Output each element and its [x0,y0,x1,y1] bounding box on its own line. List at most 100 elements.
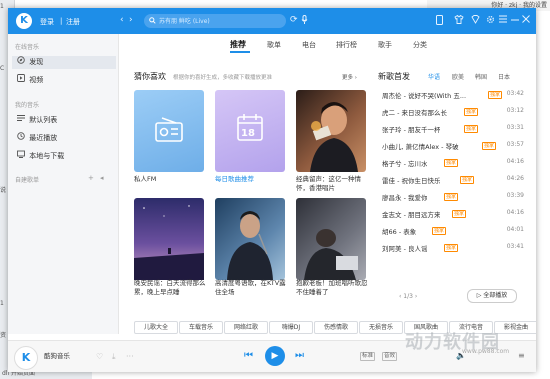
forward-icon[interactable]: › [129,16,133,25]
sidebar-item-label: 发现 [29,58,44,66]
card-night-folk[interactable] [134,198,204,280]
song-row[interactable]: 周杰伦 - 说好不哭(With 五... 独家 03:42 [382,88,524,104]
card-title[interactable]: 每日歌曲推荐 [215,175,289,184]
app-logo[interactable]: K [16,13,32,29]
menu-icon[interactable] [499,15,507,27]
tab-recommend[interactable]: 推荐 [230,39,246,50]
back-icon[interactable]: ‹ [120,16,124,25]
tab-western[interactable]: 欧美 [452,72,464,81]
exclusive-badge: 独家 [432,227,447,235]
song-duration: 04:16 [506,158,524,165]
tab-singers[interactable]: 歌手 [378,40,392,50]
refresh-icon[interactable]: ⟳ [290,15,298,26]
register-link[interactable]: 注册 [66,17,80,27]
sound-effect-badge[interactable]: 音效 [382,352,398,361]
phone-icon[interactable] [436,15,443,29]
collapse-icon[interactable]: ◂ [100,174,104,182]
minimize-icon[interactable] [511,15,519,27]
song-title: 虎二 - 来日没有那么长 [382,109,447,117]
exclusive-badge: 独家 [460,176,475,184]
heart-icon[interactable]: ♡ [96,352,103,361]
genre-tag[interactable]: 无损音乐 [359,321,403,334]
genre-tag[interactable]: 网络红歌 [224,321,268,334]
song-row[interactable]: 刘阿美 - 良人谣 独家 03:41 [382,241,524,257]
gift-icon[interactable] [471,15,480,28]
genre-tag[interactable]: 儿歌大全 [134,321,178,334]
card-title[interactable]: 高清度粤语歌，在KTV露住全场 [215,279,289,297]
search-input[interactable] [159,15,279,27]
sidebar-item-discover[interactable]: 发现 [12,56,116,69]
card-daily-recommend[interactable]: 18 [215,90,285,172]
song-duration: 04:16 [506,209,524,216]
exclusive-badge: 独家 [444,159,459,167]
song-row[interactable]: 小曲儿, 萧亿情Alex - 琴破 独家 03:57 [382,139,524,155]
download-icon[interactable]: ⤓ [112,352,116,362]
previous-button[interactable]: ⏮ [244,350,253,361]
genre-tag[interactable]: 影视金曲 [494,321,536,334]
play-all-button[interactable]: ▷ 全部播放 [467,289,517,303]
play-button[interactable]: ▶ [265,346,285,366]
card-classic-hk[interactable] [296,90,366,172]
more-icon[interactable]: ··· [126,352,134,361]
tab-japanese[interactable]: 日本 [498,72,510,81]
card-title[interactable]: 抱歉老板！加班唱听歌忍不住睡着了 [296,279,370,297]
song-duration: 03:57 [506,141,524,148]
song-row[interactable]: 雷佳 - 祝你生日快乐 独家 04:26 [382,173,524,189]
search-box[interactable] [144,14,286,28]
background-label: 资 [0,332,7,339]
song-row[interactable]: 廖昌永 - 我爱你 独家 03:39 [382,190,524,206]
song-row[interactable]: 格子兮 - 忘川水 独家 04:16 [382,156,524,172]
more-link[interactable]: 更多 › [342,73,357,81]
genre-tag[interactable]: 伤感情歌 [314,321,358,334]
song-duration: 03:42 [506,90,524,97]
background-label: C [0,65,5,72]
tab-playlists[interactable]: 歌单 [267,40,281,50]
tab-categories[interactable]: 分类 [413,40,427,50]
next-button[interactable]: ⏭ [295,350,304,361]
genre-tag[interactable]: 嗨爆DJ [269,321,313,334]
song-title: 胡66 - 表象 [382,228,417,236]
search-icon[interactable] [149,17,156,26]
tab-chinese[interactable]: 华语 [428,72,440,81]
sidebar-item-local-download[interactable]: 本地与下载 [12,150,116,163]
microphone-icon[interactable] [301,15,308,28]
sidebar-item-default-list[interactable]: 默认列表 [12,114,116,127]
add-playlist-icon[interactable]: + [88,174,94,182]
login-separator: | [60,17,63,25]
song-row[interactable]: 金志文 - 朋目远方来 独家 04:16 [382,207,524,223]
tab-radio[interactable]: 电台 [302,40,316,50]
sidebar-item-video[interactable]: 视频 [12,74,116,87]
card-overtime[interactable] [296,198,366,280]
settings-icon[interactable] [486,15,495,28]
playlist-icon[interactable]: ≡ [518,351,525,360]
genre-tag[interactable]: 车载音乐 [179,321,223,334]
card-private-fm[interactable] [134,90,204,172]
song-row[interactable]: 张子玲 - 朋友千一杯 独家 03:31 [382,122,524,138]
pagination[interactable]: ‹ 1/3 › [399,293,417,300]
album-cover[interactable]: K [14,346,38,370]
card-cantonese-ktv[interactable] [215,198,285,280]
sidebar-item-recent[interactable]: 最近播放 [12,132,116,145]
now-playing-title[interactable]: 酷狗音乐 [44,350,70,360]
song-row[interactable]: 胡66 - 表象 独家 04:01 [382,224,524,240]
recent-icon [15,132,27,145]
card-title[interactable]: 晚安民谣：白天流得那么累，晚上早点睡 [134,279,208,297]
login-link[interactable]: 登录 [40,17,54,27]
singer-photo [310,102,358,172]
exclusive-badge: 独家 [482,142,497,150]
download-icon [15,150,27,163]
close-icon[interactable] [522,15,530,27]
skin-icon[interactable] [454,14,464,28]
card-title[interactable]: 私人FM [134,175,208,184]
section-online-music: 在线音乐 [15,44,40,51]
song-duration: 04:01 [506,226,524,233]
quality-badge[interactable]: 标准 [360,352,376,361]
card-title[interactable]: 经典留声：这亿一种情怀，香港唱片 [296,175,370,193]
tab-charts[interactable]: 排行榜 [336,40,357,50]
song-duration: 03:12 [506,107,524,114]
tab-korean[interactable]: 韩国 [475,72,487,81]
video-icon [15,74,27,87]
section-created-playlists: 自建歌单 [15,177,40,184]
song-row[interactable]: 虎二 - 来日没有那么长 独家 03:12 [382,105,524,121]
song-title: 周杰伦 - 说好不哭(With 五... [382,92,467,100]
